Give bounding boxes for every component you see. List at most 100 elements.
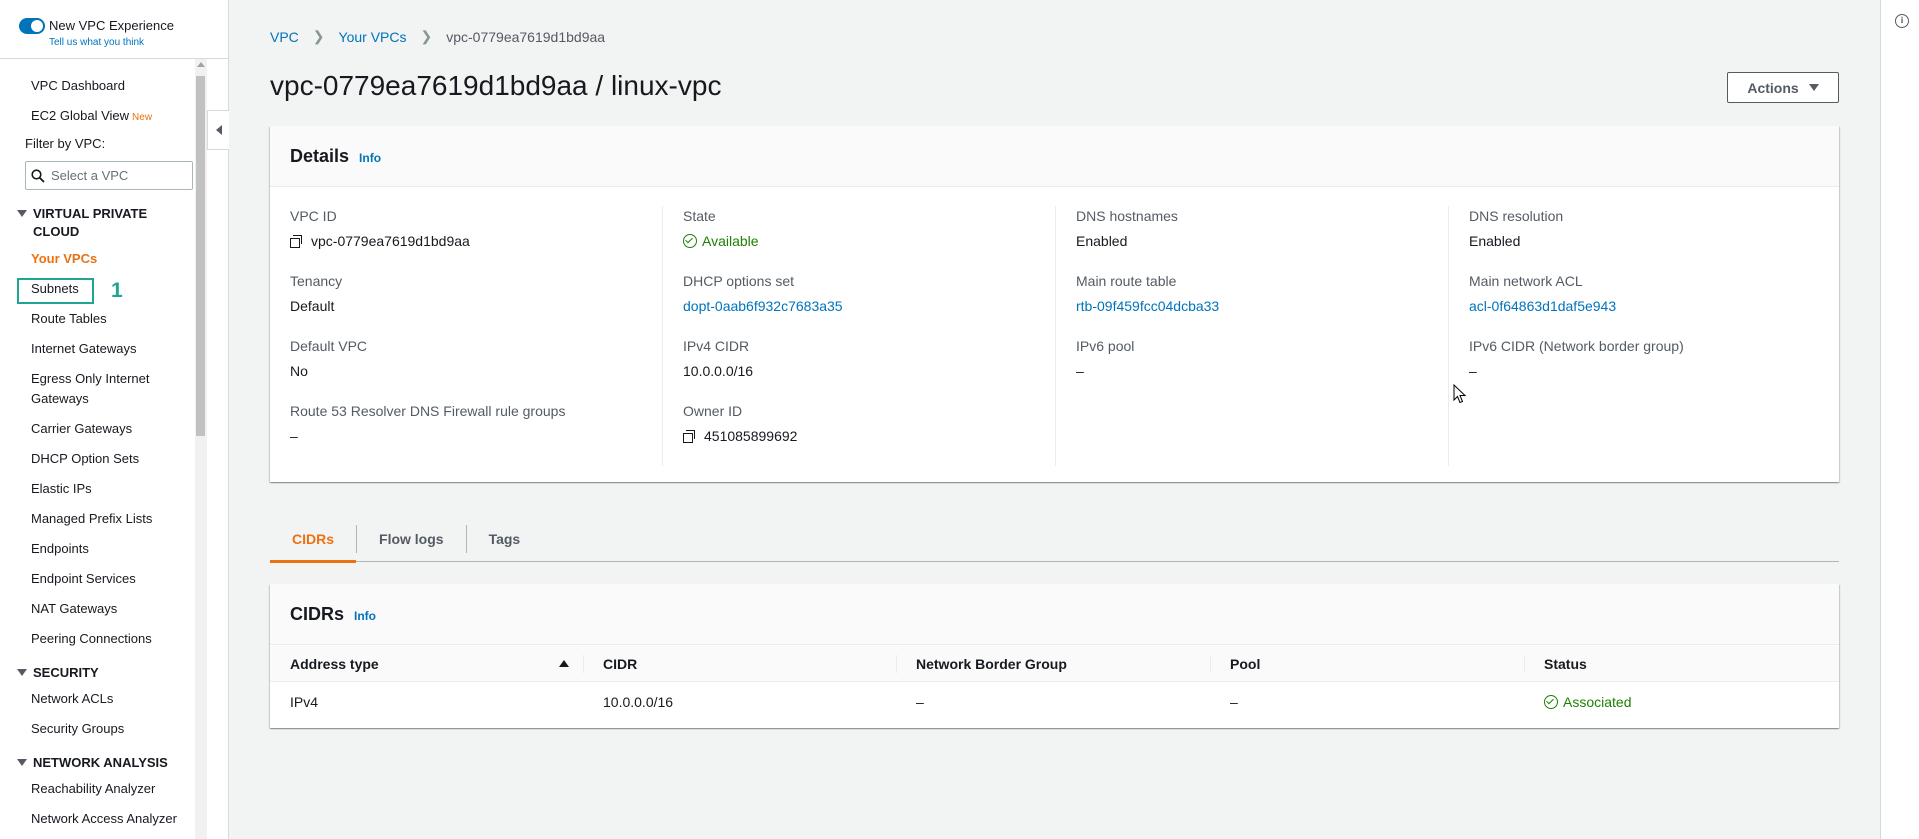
column-header-cidr: CIDR	[583, 646, 896, 681]
field-label: VPC ID	[290, 208, 337, 224]
main-route-table-link[interactable]: rtb-09f459fcc04dcba33	[1076, 296, 1219, 316]
field-default-vpc: Default VPC No	[290, 336, 367, 381]
sidebar-item-your-vpcs[interactable]: Your VPCs	[31, 249, 97, 269]
sidebar-item-nat-gateways[interactable]: NAT Gateways	[31, 599, 117, 619]
field-ipv4-cidr: IPv4 CIDR 10.0.0.0/16	[683, 336, 753, 381]
chevron-left-icon	[215, 125, 222, 135]
tab-tags[interactable]: Tags	[467, 515, 543, 562]
field-label: Default VPC	[290, 338, 368, 354]
field-route53-resolver: Route 53 Resolver DNS Firewall rule grou…	[290, 401, 565, 446]
sort-ascending-icon[interactable]	[559, 660, 569, 667]
breadcrumb-separator-icon: ❯	[312, 28, 325, 44]
filter-vpc-field[interactable]	[51, 168, 191, 183]
column-divider	[662, 206, 663, 466]
section-virtual-private-cloud[interactable]: VIRTUAL PRIVATE CLOUD	[17, 205, 163, 241]
actions-button[interactable]: Actions	[1727, 72, 1839, 103]
column-separator	[1524, 655, 1525, 673]
field-label: DNS resolution	[1469, 208, 1564, 224]
sidebar-item-network-acls[interactable]: Network ACLs	[31, 689, 113, 709]
column-label: Network Border Group	[916, 655, 1067, 672]
collapse-triangle-icon	[17, 210, 27, 217]
cidrs-panel: CIDRs Info Address type CIDR Network Bord…	[270, 584, 1839, 728]
sidebar-item-ec2-global-view[interactable]: EC2 Global View New	[31, 106, 152, 128]
cidrs-table-header: Address type CIDR Network Border Group P…	[270, 646, 1839, 682]
field-label: DNS hostnames	[1076, 208, 1178, 224]
filter-vpc-input[interactable]	[25, 161, 193, 190]
dhcp-options-link[interactable]: dopt-0aab6f932c7683a35	[683, 296, 843, 316]
details-panel: Details Info VPC ID vpc-0779ea7619d1bd9aa…	[270, 126, 1839, 482]
field-value: –	[1469, 363, 1477, 379]
copy-icon[interactable]	[290, 234, 303, 248]
details-column-4: DNS resolution Enabled Main network ACL …	[1469, 206, 1829, 466]
sidebar-item-reachability-analyzer[interactable]: Reachability Analyzer	[31, 779, 155, 799]
field-value: 10.0.0.0/16	[683, 363, 754, 379]
field-value: Available	[683, 231, 759, 251]
cell-pool: –	[1230, 694, 1238, 710]
column-separator	[1210, 655, 1211, 673]
sidebar-item-elastic-ips[interactable]: Elastic IPs	[31, 479, 92, 499]
column-label: CIDR	[603, 655, 638, 672]
scrollbar-thumb[interactable]	[196, 76, 205, 436]
details-header: Details Info	[270, 126, 1839, 187]
cidrs-title-text: CIDRs	[290, 604, 345, 624]
column-header-network-border-group: Network Border Group	[896, 646, 1210, 681]
table-row: IPv4 10.0.0.0/16 – – Associated	[270, 682, 1839, 722]
owner-id-value: 451085899692	[704, 428, 798, 444]
sidebar-item-egress-only-internet-gateways[interactable]: Egress Only Internet Gateways	[31, 369, 181, 409]
sidebar-nav: VPC Dashboard EC2 Global View New Filter …	[0, 59, 195, 839]
copy-icon[interactable]	[683, 429, 696, 443]
field-label: Route 53 Resolver DNS Firewall rule grou…	[290, 403, 566, 419]
cell-cidr: 10.0.0.0/16	[603, 694, 674, 710]
field-label: Owner ID	[683, 403, 743, 419]
sidebar-item-route-tables[interactable]: Route Tables	[31, 309, 107, 329]
new-vpc-experience-toggle[interactable]	[19, 18, 45, 34]
field-tenancy: Tenancy Default	[290, 271, 342, 316]
tab-cidrs[interactable]: CIDRs	[270, 515, 357, 563]
details-column-1: VPC ID vpc-0779ea7619d1bd9aa Tenancy Def…	[290, 206, 650, 466]
collapse-sidebar-button[interactable]	[207, 110, 229, 150]
section-label: VIRTUAL PRIVATE CLOUD	[33, 206, 148, 239]
sidebar-item-vpc-dashboard[interactable]: VPC Dashboard	[31, 76, 125, 96]
field-value: Default	[290, 298, 335, 314]
breadcrumb-current: vpc-0779ea7619d1bd9aa	[446, 28, 606, 45]
details-title: Details Info	[290, 146, 381, 167]
page-title: vpc-0779ea7619d1bd9aa / linux-vpc	[270, 70, 722, 101]
sidebar-item-carrier-gateways[interactable]: Carrier Gateways	[31, 419, 132, 439]
column-header-address-type[interactable]: Address type	[270, 646, 583, 681]
sidebar-scrollbar[interactable]	[195, 59, 207, 839]
field-label: Main network ACL	[1469, 273, 1583, 289]
breadcrumb-vpc[interactable]: VPC	[270, 29, 299, 45]
caret-down-icon	[1808, 84, 1819, 91]
details-info-link[interactable]: Info	[359, 151, 381, 165]
sidebar-item-security-groups[interactable]: Security Groups	[31, 719, 124, 739]
field-label: IPv4 CIDR	[683, 338, 750, 354]
scroll-up-arrow-icon[interactable]	[197, 62, 205, 67]
main-network-acl-link[interactable]: acl-0f64863d1daf5e943	[1469, 296, 1616, 316]
sidebar-item-endpoint-services[interactable]: Endpoint Services	[31, 569, 136, 589]
section-security[interactable]: SECURITY	[17, 664, 99, 682]
column-label: Address type	[290, 655, 379, 672]
sidebar-item-peering-connections[interactable]: Peering Connections	[31, 629, 152, 649]
cidrs-info-link[interactable]: Info	[354, 609, 376, 623]
field-label: Tenancy	[290, 273, 343, 289]
field-ipv6-pool: IPv6 pool –	[1076, 336, 1134, 381]
field-label: IPv6 CIDR (Network border group)	[1469, 338, 1684, 354]
vpc-id-value: vpc-0779ea7619d1bd9aa	[311, 233, 470, 249]
sidebar-item-network-access-analyzer[interactable]: Network Access Analyzer	[31, 809, 177, 829]
sidebar-item-endpoints[interactable]: Endpoints	[31, 539, 89, 559]
search-icon	[31, 168, 45, 183]
feedback-link[interactable]: Tell us what you think	[49, 37, 144, 48]
field-label: State	[683, 208, 716, 224]
breadcrumb-your-vpcs[interactable]: Your VPCs	[339, 29, 407, 45]
cell-network-border-group: –	[916, 694, 924, 710]
section-network-analysis[interactable]: NETWORK ANALYSIS	[17, 754, 168, 772]
mouse-cursor-icon	[1453, 384, 1467, 404]
info-icon[interactable]: i	[1895, 14, 1909, 28]
status-ok-icon	[1544, 695, 1558, 709]
sidebar-item-internet-gateways[interactable]: Internet Gateways	[31, 339, 137, 359]
field-owner-id: Owner ID 451085899692	[683, 401, 797, 446]
tab-flow-logs[interactable]: Flow logs	[357, 515, 466, 562]
sidebar-item-managed-prefix-lists[interactable]: Managed Prefix Lists	[31, 509, 152, 529]
column-header-pool: Pool	[1210, 646, 1524, 681]
sidebar-item-dhcp-option-sets[interactable]: DHCP Option Sets	[31, 449, 139, 469]
